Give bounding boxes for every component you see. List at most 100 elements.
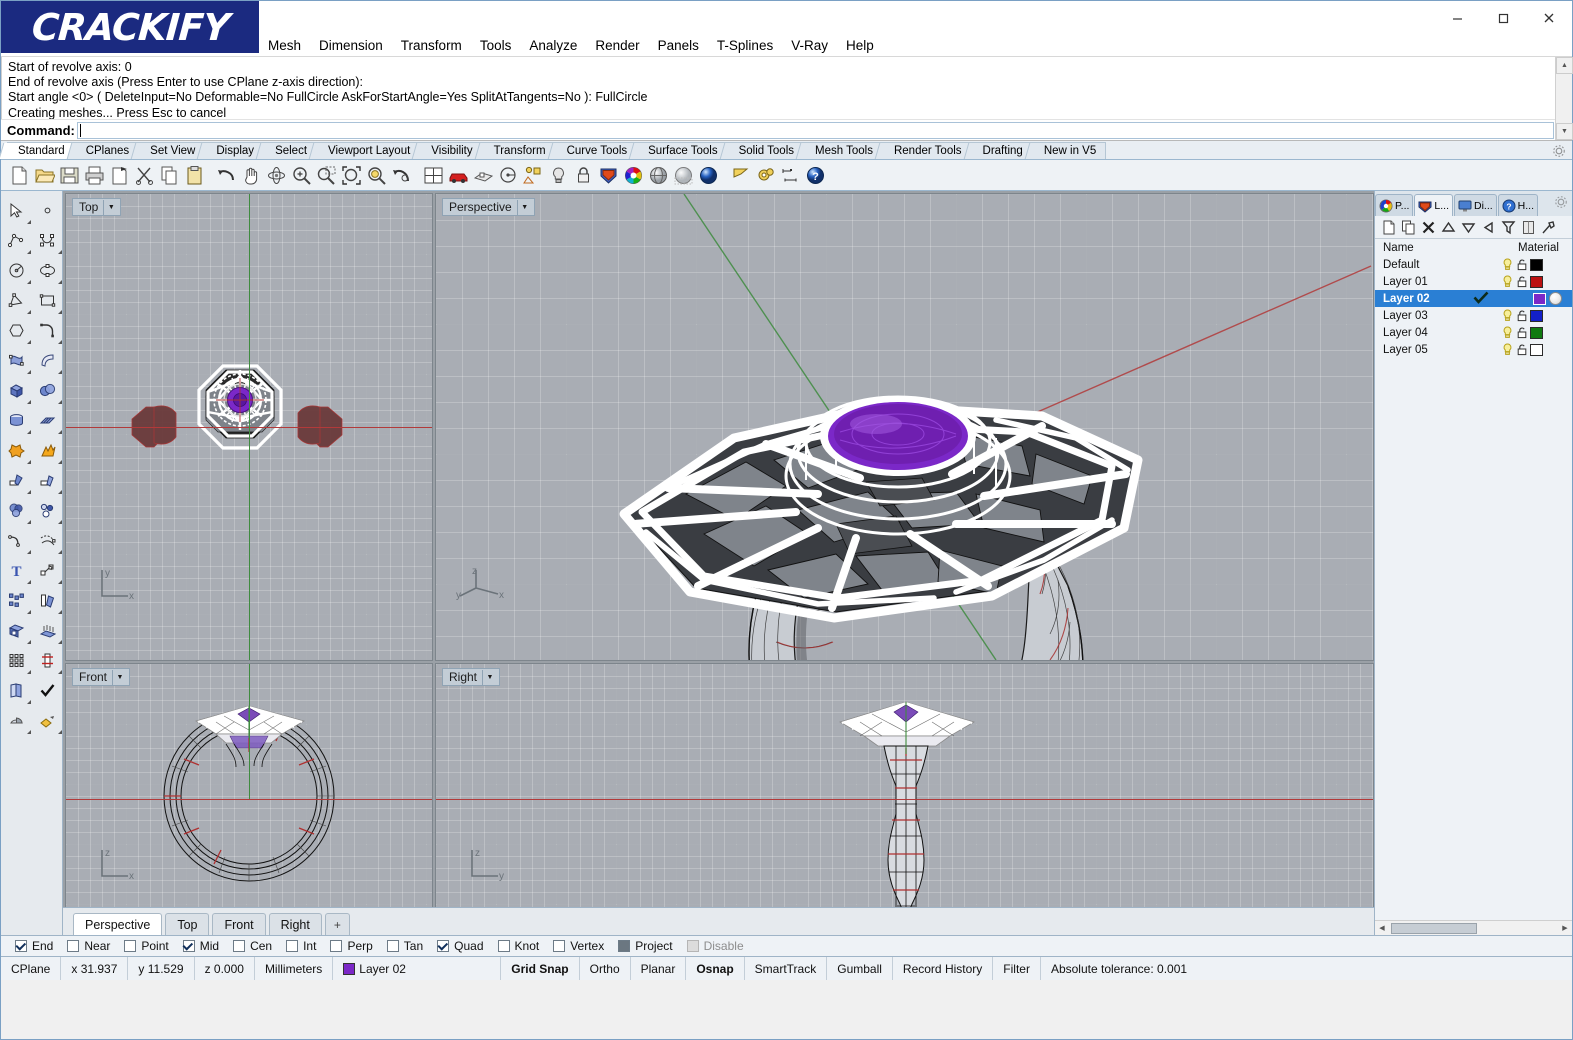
open-file-icon[interactable] (32, 163, 57, 188)
checkbox[interactable] (497, 940, 510, 952)
select-objects-icon[interactable] (1479, 218, 1498, 237)
layer-color-swatch[interactable] (1530, 326, 1543, 339)
rectangle-icon[interactable] (32, 285, 63, 315)
duplicate-layer-icon[interactable] (1399, 218, 1418, 237)
viewport-tab-top[interactable]: Top (165, 913, 210, 935)
undo-icon[interactable] (214, 163, 239, 188)
render-material-icon[interactable] (32, 705, 63, 735)
light-bulb-icon[interactable] (1500, 275, 1514, 288)
surface-cv-icon[interactable] (1, 345, 32, 375)
shade-object-icon[interactable] (1, 705, 32, 735)
scroll-down-icon[interactable]: ▼ (1556, 123, 1573, 140)
add-viewport-button[interactable]: + (324, 913, 350, 935)
move-layer-down-icon[interactable] (1459, 218, 1478, 237)
checkbox[interactable] (686, 940, 699, 952)
osnap-end[interactable]: End (15, 939, 53, 953)
menu-item-transform[interactable]: Transform (392, 36, 471, 55)
new-layer-icon[interactable] (1379, 218, 1398, 237)
zoom-in-icon[interactable] (289, 163, 314, 188)
osnap-tan[interactable]: Tan (386, 939, 423, 953)
filter-icon[interactable] (1499, 218, 1518, 237)
layer-row-default[interactable]: Default (1375, 256, 1572, 273)
scroll-right-icon[interactable]: ▶ (1558, 922, 1572, 935)
layer-shield-icon[interactable] (596, 163, 621, 188)
toolbar-tab-mesh-tools[interactable]: Mesh Tools (804, 142, 883, 159)
circles-union-icon[interactable] (1, 495, 32, 525)
viewport-right[interactable]: Right ▼ z y (435, 663, 1374, 935)
offset-curve-icon[interactable] (32, 525, 63, 555)
checkbox[interactable] (386, 940, 399, 952)
surface-sweep-icon[interactable] (32, 345, 63, 375)
gears-icon[interactable] (753, 163, 778, 188)
maximize-button[interactable] (1480, 1, 1526, 35)
osnap-mid[interactable]: Mid (182, 939, 219, 953)
sphere-render-icon[interactable] (696, 163, 721, 188)
checkbox[interactable] (553, 940, 566, 952)
checkbox[interactable] (182, 940, 195, 952)
layer-row-layer-03[interactable]: Layer 03 (1375, 307, 1572, 324)
trim-icon[interactable] (1, 465, 32, 495)
scrollbar-thumb[interactable] (1391, 922, 1477, 934)
cylinder-icon[interactable] (1, 405, 32, 435)
light-bulb-icon[interactable] (546, 163, 571, 188)
toolbar-tab-transform[interactable]: Transform (482, 142, 556, 159)
zoom-window-icon[interactable] (314, 163, 339, 188)
toolbar-tab-curve-tools[interactable]: Curve Tools (555, 142, 638, 159)
viewport-label-front[interactable]: Front ▼ (72, 668, 131, 686)
toolbar-tab-surface-tools[interactable]: Surface Tools (637, 142, 728, 159)
mirror-icon[interactable] (32, 585, 63, 615)
command-scrollbar[interactable]: ▲ ▼ (1555, 57, 1573, 140)
toolbar-tab-drafting[interactable]: Drafting (971, 142, 1033, 159)
viewport-perspective[interactable]: Perspective ▼ y z x (435, 193, 1374, 661)
unlock-icon[interactable] (1514, 258, 1530, 271)
panel-tab-layers[interactable]: L... (1414, 194, 1453, 216)
cap-solid-icon[interactable] (1, 615, 32, 645)
status-filter[interactable]: Filter (993, 957, 1041, 980)
point-icon[interactable] (32, 195, 63, 225)
zoom-selected-icon[interactable] (364, 163, 389, 188)
menu-item-tsplines[interactable]: T-Splines (708, 36, 782, 55)
print-icon[interactable] (82, 163, 107, 188)
toolbar-tab-new-in-v5[interactable]: New in V5 (1032, 142, 1107, 159)
grid-array-icon[interactable] (1, 645, 32, 675)
viewport-tab-perspective[interactable]: Perspective (73, 913, 163, 935)
light-bulb-icon[interactable] (1500, 309, 1514, 322)
menu-item-help[interactable]: Help (837, 36, 883, 55)
boolean-union-icon[interactable] (1, 435, 32, 465)
osnap-point[interactable]: Point (124, 939, 169, 953)
layers-horizontal-scrollbar[interactable]: ◀ ▶ (1375, 920, 1572, 935)
text-tool-icon[interactable]: T (1, 555, 32, 585)
osnap-cen[interactable]: Cen (233, 939, 272, 953)
cut-page-icon[interactable] (107, 163, 132, 188)
osnap-int[interactable]: Int (286, 939, 316, 953)
panel-tab-help[interactable]: ? H... (1497, 194, 1539, 216)
menu-item-tools[interactable]: Tools (471, 36, 521, 55)
triangle-polygon-icon[interactable] (1, 285, 32, 315)
copy-icon[interactable] (157, 163, 182, 188)
fillet-curve-icon[interactable] (1, 525, 32, 555)
close-button[interactable] (1526, 1, 1572, 35)
panel-tab-properties[interactable]: P... (1375, 194, 1414, 216)
dimension-icon[interactable] (778, 163, 803, 188)
control-point-curve-icon[interactable] (32, 225, 63, 255)
scroll-up-icon[interactable]: ▲ (1556, 57, 1573, 74)
menu-item-dimension[interactable]: Dimension (310, 36, 392, 55)
box-solid-icon[interactable] (1, 375, 32, 405)
toolbar-tab-cplanes[interactable]: CPlanes (74, 142, 140, 159)
toolbar-tab-render-tools[interactable]: Render Tools (882, 142, 972, 159)
layer-color-swatch[interactable] (1533, 292, 1546, 305)
color-wheel-icon[interactable] (621, 163, 646, 188)
circle-target-icon[interactable] (496, 163, 521, 188)
extrude-surface-icon[interactable] (32, 615, 63, 645)
viewport-front[interactable]: Front ▼ z x (65, 663, 433, 935)
panel-tab-display[interactable]: Di... (1454, 194, 1497, 216)
osnap-project[interactable]: Project (618, 939, 673, 953)
osnap-quad[interactable]: Quad (437, 939, 484, 953)
rebuild-icon[interactable] (32, 645, 63, 675)
zoom-extents-icon[interactable] (339, 163, 364, 188)
paste-icon[interactable] (182, 163, 207, 188)
osnap-disable[interactable]: Disable (686, 939, 744, 953)
checkbox[interactable] (124, 940, 137, 952)
menu-item-vray[interactable]: V-Ray (782, 36, 837, 55)
move-point-icon[interactable] (32, 555, 63, 585)
